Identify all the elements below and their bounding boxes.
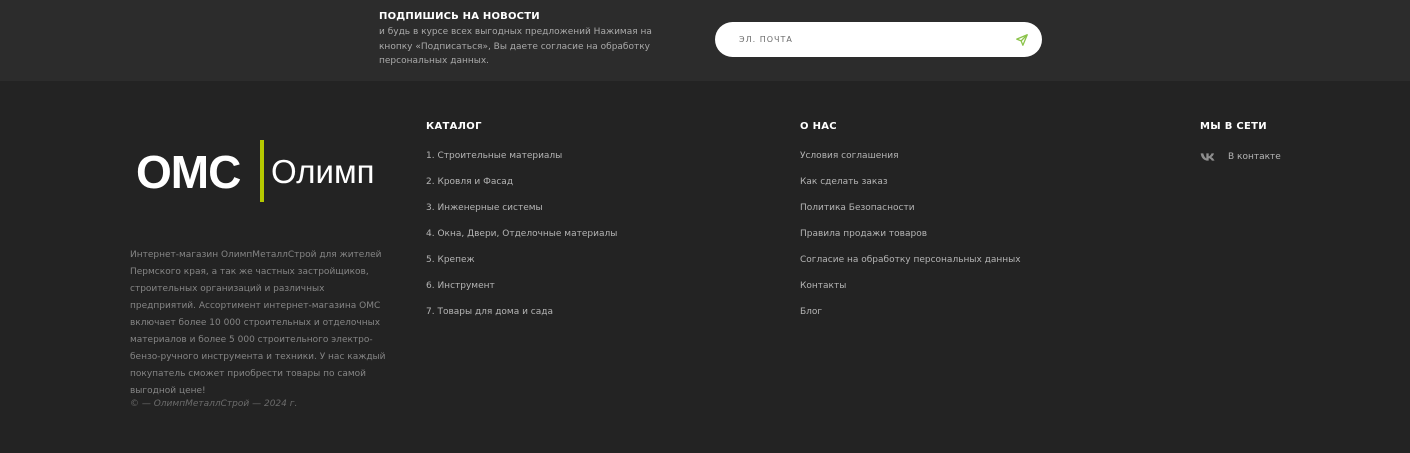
logo-oms-text: ОМС (136, 146, 241, 198)
about-link: Политика Безопасности (800, 202, 1021, 228)
about-link-blog[interactable]: Блог (800, 307, 822, 317)
logo[interactable]: ОМС Олимп (136, 140, 386, 204)
about-us-heading: О НАС (800, 121, 837, 132)
catalog-link-roofing-facade[interactable]: 2. Кровля и Фасад (426, 177, 513, 187)
about-link-how-to-order[interactable]: Как сделать заказ (800, 177, 888, 187)
catalog-link: 3. Инженерные системы (426, 202, 617, 228)
vk-label: В контакте (1228, 152, 1281, 162)
newsletter-consent-text: и будь в курсе всех выгодных предложений… (379, 27, 652, 66)
about-link-terms[interactable]: Условия соглашения (800, 151, 899, 161)
send-arrow-icon[interactable] (1015, 33, 1029, 47)
catalog-heading: КАТАЛОГ (426, 121, 482, 132)
catalog-link-building-materials[interactable]: 1. Строительные материалы (426, 151, 562, 161)
copyright: © — ОлимпМеталлСтрой — 2024 г. (130, 399, 298, 409)
about-link: Условия соглашения (800, 150, 1021, 176)
about-description: Интернет-магазин ОлимпМеталлСтрой для жи… (130, 250, 386, 396)
catalog-list: 1. Строительные материалы 2. Кровля и Фа… (426, 150, 617, 332)
logo-divider-bar (260, 140, 264, 202)
catalog-link: 6. Инструмент (426, 280, 617, 306)
email-subscribe-box (715, 22, 1042, 57)
about-link-data-consent[interactable]: Согласие на обработку персональных данны… (800, 255, 1021, 265)
newsletter-title: ПОДПИШИСЬ НА НОВОСТИ (379, 11, 540, 22)
catalog-link: 5. Крепеж (426, 254, 617, 280)
catalog-link-fasteners[interactable]: 5. Крепеж (426, 255, 475, 265)
vk-icon (1200, 153, 1215, 161)
catalog-link: 4. Окна, Двери, Отделочные материалы (426, 228, 617, 254)
catalog-link-engineering-systems[interactable]: 3. Инженерные системы (426, 203, 543, 213)
catalog-link: 2. Кровля и Фасад (426, 176, 617, 202)
about-link-sales-rules[interactable]: Правила продажи товаров (800, 229, 927, 239)
catalog-link: 1. Строительные материалы (426, 150, 617, 176)
about-link-security-policy[interactable]: Политика Безопасности (800, 203, 915, 213)
email-input[interactable] (739, 22, 999, 57)
catalog-link-tools[interactable]: 6. Инструмент (426, 281, 495, 291)
about-link: Как сделать заказ (800, 176, 1021, 202)
about-link-contacts[interactable]: Контакты (800, 281, 846, 291)
vk-link[interactable]: В контакте (1200, 150, 1281, 164)
about-link: Правила продажи товаров (800, 228, 1021, 254)
about-link: Блог (800, 306, 1021, 332)
logo-olimp-text: Олимп (271, 153, 375, 190)
about-link: Контакты (800, 280, 1021, 306)
catalog-link: 7. Товары для дома и сада (426, 306, 617, 332)
about-link: Согласие на обработку персональных данны… (800, 254, 1021, 280)
about-us-list: Условия соглашения Как сделать заказ Пол… (800, 150, 1021, 332)
social-heading: МЫ В СЕТИ (1200, 121, 1267, 132)
catalog-link-windows-doors[interactable]: 4. Окна, Двери, Отделочные материалы (426, 229, 617, 239)
newsletter-band: ПОДПИШИСЬ НА НОВОСТИ и будь в курсе всех… (0, 0, 1410, 81)
catalog-link-home-garden[interactable]: 7. Товары для дома и сада (426, 307, 553, 317)
